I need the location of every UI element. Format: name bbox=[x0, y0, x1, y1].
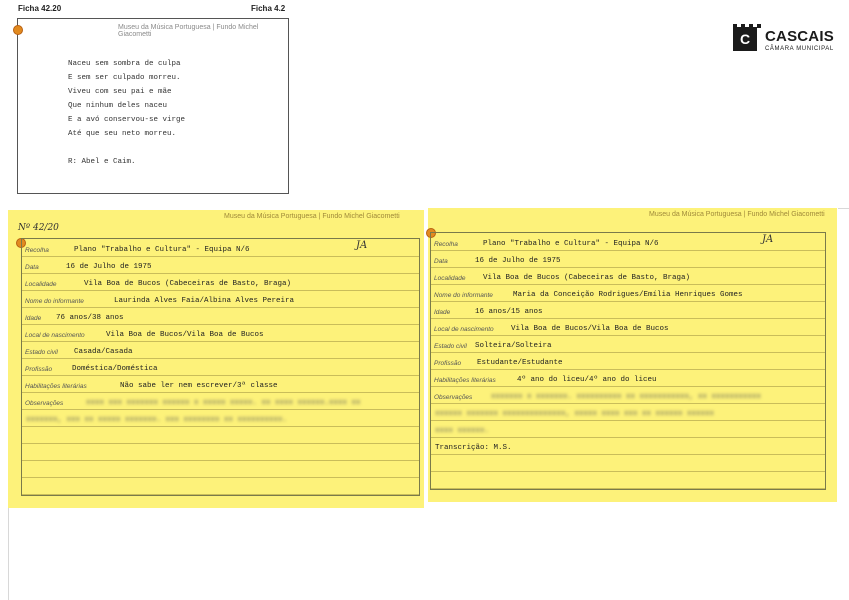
field-localidade: Localidade Vila Boa de Bucos (Cabeceiras… bbox=[22, 273, 419, 291]
field-value: 16 de Julho de 1975 bbox=[475, 257, 561, 265]
field-observacoes: Observações xxxxxxx x xxxxxxx. xxxxxxxxx… bbox=[431, 386, 825, 404]
ruled-line bbox=[431, 471, 825, 489]
field-data: Data 16 de Julho de 1975 bbox=[431, 250, 825, 268]
field-value: Vila Boa de Bucos (Cabeceiras de Basto, … bbox=[483, 274, 691, 282]
ruled-line bbox=[22, 426, 419, 444]
field-recolha: Recolha Plano "Trabalho e Cultura" - Equ… bbox=[431, 233, 825, 251]
poem-answer: R: Abel e Caim. bbox=[68, 158, 136, 166]
ruled-line bbox=[431, 454, 825, 472]
card-form: Recolha Plano "Trabalho e Cultura" - Equ… bbox=[21, 238, 420, 496]
field-transcricao: Transcrição: M.S. bbox=[431, 437, 825, 455]
poem-line: E a avó conservou-se virge bbox=[68, 116, 186, 124]
field-value: Plano "Trabalho e Cultura" - Equipa N/6 bbox=[483, 240, 659, 248]
scan-edge bbox=[8, 508, 9, 600]
transcription-note: Transcrição: M.S. bbox=[435, 444, 512, 452]
punch-hole-marker bbox=[13, 25, 23, 35]
card-museum-credit: Museu da Música Portuguesa | Fundo Miche… bbox=[118, 24, 259, 38]
field-value: Vila Boa de Bucos/Vila Boa de Bucos bbox=[511, 325, 669, 333]
poem-text: Naceu sem sombra de culpa E sem ser culp… bbox=[68, 57, 185, 169]
fiche-label-left: Ficha 42.20 bbox=[18, 4, 62, 13]
field-recolha: Recolha Plano "Trabalho e Cultura" - Equ… bbox=[22, 239, 419, 257]
redacted-text: xxxxxx xxxxxxx xxxxxxxxxxxxxx, xxxxx xxx… bbox=[435, 410, 715, 418]
ruled-line bbox=[22, 460, 419, 478]
field-value: Estudante/Estudante bbox=[477, 359, 563, 367]
field-value: Plano "Trabalho e Cultura" - Equipa N/6 bbox=[74, 246, 250, 254]
field-nascimento: Local de nascimento Vila Boa de Bucos/Vi… bbox=[22, 324, 419, 342]
field-nascimento: Local de nascimento Vila Boa de Bucos/Vi… bbox=[431, 318, 825, 336]
field-localidade: Localidade Vila Boa de Bucos (Cabeceiras… bbox=[431, 267, 825, 285]
left-index-card: Museu da Música Portuguesa | Fundo Miche… bbox=[8, 210, 424, 508]
field-informante: Nome do informante Laurinda Alves Faia/A… bbox=[22, 290, 419, 308]
right-index-card: Museu da Música Portuguesa | Fundo Miche… bbox=[426, 208, 837, 502]
field-observacoes: Observações xxxx xxx xxxxxxx xxxxxx x xx… bbox=[22, 392, 419, 410]
cascais-logo: C CASCAIS CÂMARA MUNICIPAL bbox=[733, 15, 843, 60]
field-value: Vila Boa de Bucos/Vila Boa de Bucos bbox=[106, 331, 264, 339]
field-value: Não sabe ler nem escrever/3ª classe bbox=[120, 382, 278, 390]
ruled-line bbox=[22, 443, 419, 461]
field-value: 16 de Julho de 1975 bbox=[66, 263, 152, 271]
field-informante: Nome do informante Maria da Conceição Ro… bbox=[431, 284, 825, 302]
card-form: Recolha Plano "Trabalho e Cultura" - Equ… bbox=[430, 232, 826, 490]
field-value: Laurinda Alves Faia/Albina Alves Pereira bbox=[114, 297, 295, 305]
field-data: Data 16 de Julho de 1975 bbox=[22, 256, 419, 274]
logo-mark: C bbox=[733, 27, 757, 51]
field-value: 16 anos/15 anos bbox=[475, 308, 543, 316]
redacted-text: xxxx xxxxxx. bbox=[435, 427, 490, 435]
poem-line: E sem ser culpado morreu. bbox=[68, 74, 181, 82]
ruled-line: xxxxxx xxxxxxx xxxxxxxxxxxxxx, xxxxx xxx… bbox=[431, 403, 825, 421]
poem-line: Viveu com seu pai e mãe bbox=[68, 88, 172, 96]
poem-line: Naceu sem sombra de culpa bbox=[68, 60, 181, 68]
field-value: Vila Boa de Bucos (Cabeceiras de Basto, … bbox=[84, 280, 292, 288]
field-estado: Estado civil Casada/Casada bbox=[22, 341, 419, 359]
field-value: 76 anos/38 anos bbox=[56, 314, 124, 322]
redacted-text: xxxx xxx xxxxxxx xxxxxx x xxxxx xxxxx. x… bbox=[86, 399, 361, 407]
field-idade: Idade 76 anos/38 anos bbox=[22, 307, 419, 325]
logo-subtitle: CÂMARA MUNICIPAL bbox=[765, 46, 834, 52]
card-museum-credit: Museu da Música Portuguesa | Fundo Miche… bbox=[224, 213, 400, 220]
ruled-line: xxxxxxx, xxx xx xxxxx xxxxxxx. xxx xxxxx… bbox=[22, 409, 419, 427]
poem-line: Até que seu neto morreu. bbox=[68, 130, 177, 138]
field-profissao: Profissão Estudante/Estudante bbox=[431, 352, 825, 370]
ruled-line bbox=[22, 477, 419, 495]
ruled-line: xxxx xxxxxx. bbox=[431, 420, 825, 438]
card-number: Nº 42/20 bbox=[18, 223, 59, 233]
redacted-text: xxxxxxx, xxx xx xxxxx xxxxxxx. xxx xxxxx… bbox=[26, 416, 288, 424]
fiche-label-right: Ficha 4.2 bbox=[251, 4, 286, 13]
field-value: Casada/Casada bbox=[74, 348, 133, 356]
field-habilitacoes: Habilitações literárias 4º ano do liceu/… bbox=[431, 369, 825, 387]
field-habilitacoes: Habilitações literárias Não sabe ler nem… bbox=[22, 375, 419, 393]
field-value: Doméstica/Doméstica bbox=[72, 365, 158, 373]
field-estado: Estado civil Solteira/Solteira bbox=[431, 335, 825, 353]
card-museum-credit: Museu da Música Portuguesa | Fundo Miche… bbox=[649, 211, 825, 218]
top-index-card: Museu da Música Portuguesa | Fundo Miche… bbox=[13, 18, 289, 194]
field-value: Maria da Conceição Rodrigues/Emília Henr… bbox=[513, 291, 743, 299]
logo-name: CASCAIS bbox=[765, 28, 834, 45]
field-value: 4º ano do liceu/4º ano do liceu bbox=[517, 376, 657, 384]
redacted-text: xxxxxxx x xxxxxxx. xxxxxxxxxx xx xxxxxxx… bbox=[491, 393, 762, 401]
field-idade: Idade 16 anos/15 anos bbox=[431, 301, 825, 319]
scan-edge bbox=[838, 208, 849, 209]
poem-line: Que ninhum deles naceu bbox=[68, 102, 168, 110]
field-value: Solteira/Solteira bbox=[475, 342, 552, 350]
field-profissao: Profissão Doméstica/Doméstica bbox=[22, 358, 419, 376]
